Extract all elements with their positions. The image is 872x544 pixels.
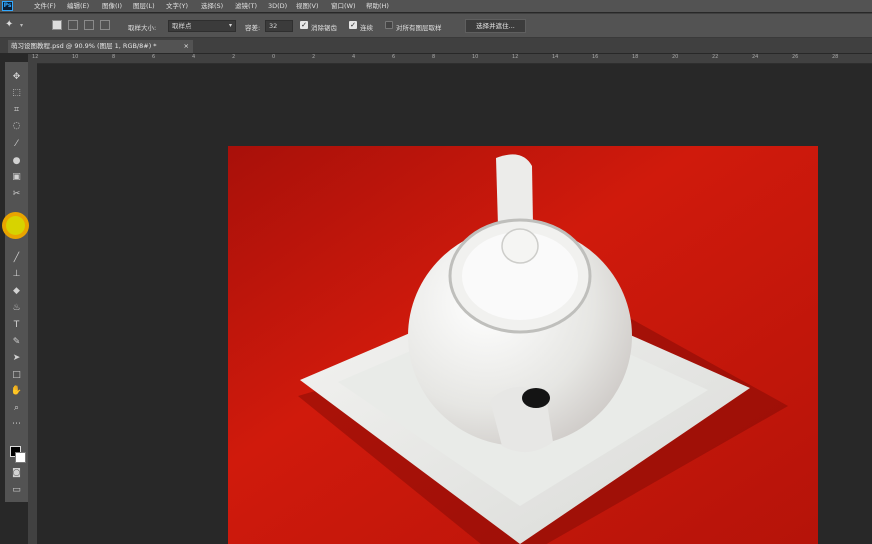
magic-wand-icon[interactable]: ✦	[5, 19, 13, 30]
ruler-tick-label: 8	[112, 54, 116, 60]
ruler-tick-label: 26	[792, 54, 799, 60]
history-brush-icon[interactable]: ✂	[10, 188, 23, 200]
tolerance-label: 容差:	[245, 24, 261, 32]
menu-bar: Ps 文件(F) 编辑(E) 图像(I) 图层(L) 文字(Y) 选择(S) 滤…	[0, 0, 872, 12]
select-and-mask-button[interactable]: 选择并遮住...	[465, 19, 526, 33]
sample-all-layers-checkbox[interactable]	[385, 21, 393, 29]
subtract-selection-icon[interactable]	[84, 20, 94, 30]
menu-edit[interactable]: 编辑(E)	[67, 1, 89, 11]
pen-icon[interactable]: ✎	[10, 336, 23, 348]
menu-file[interactable]: 文件(F)	[34, 1, 56, 11]
sample-all-layers-label: 对所有图层取样	[396, 24, 442, 32]
contiguous-checkbox[interactable]: ✓	[349, 21, 357, 29]
ruler-tick-label: 2	[232, 54, 236, 60]
crop-icon[interactable]: ⌗	[10, 104, 23, 116]
ruler-tick-label: 0	[272, 54, 276, 60]
sample-size-value: 取样点	[172, 22, 192, 30]
ruler-tick-label: 2	[312, 54, 316, 60]
sample-size-label: 取样大小:	[128, 24, 157, 32]
zoom-icon[interactable]: ⌕	[10, 402, 23, 414]
contiguous-label: 连续	[360, 24, 373, 32]
teapot-photo[interactable]	[228, 146, 818, 544]
new-selection-icon[interactable]	[52, 20, 62, 30]
menu-filter[interactable]: 滤镜(T)	[235, 1, 257, 11]
ruler-tick-label: 4	[192, 54, 196, 60]
horizontal-ruler: 12 10 8 6 4 2 0 2 4 6 8 10 12 14 16 18 20 22 24 26 28	[28, 54, 872, 64]
menu-type[interactable]: 文字(Y)	[166, 1, 188, 11]
ruler-tick-label: 12	[32, 54, 39, 60]
ruler-tick-label: 12	[512, 54, 519, 60]
ruler-tick-label: 20	[672, 54, 679, 60]
vertical-ruler	[28, 63, 37, 544]
brush-icon[interactable]: ╱	[10, 252, 23, 264]
eyedropper-icon[interactable]: ⁄	[10, 138, 23, 150]
ruler-tick-label: 6	[392, 54, 396, 60]
magic-wand-tool-icon[interactable]	[6, 216, 25, 235]
screen-mode-icon[interactable]: ▭	[10, 484, 23, 496]
spot-heal-icon[interactable]: ●	[10, 155, 23, 167]
background-color-swatch[interactable]	[15, 452, 26, 463]
quick-mask-icon[interactable]: ◙	[10, 467, 23, 479]
ruler-tick-label: 10	[72, 54, 79, 60]
document-tab-title: 萌习设图教程.psd @ 90.9% (图层 1, RGB/8#) *	[11, 42, 157, 50]
antialias-checkbox[interactable]: ✓	[300, 21, 308, 29]
path-select-icon[interactable]: ➤	[10, 352, 23, 364]
ruler-tick-label: 24	[752, 54, 759, 60]
blur-icon[interactable]: ♨	[10, 302, 23, 314]
document-tab[interactable]: 萌习设图教程.psd @ 90.9% (图层 1, RGB/8#) * ×	[8, 40, 193, 53]
ruler-tick-label: 18	[632, 54, 639, 60]
marquee-icon[interactable]: ⬚	[10, 87, 23, 99]
ruler-tick-label: 10	[472, 54, 479, 60]
ruler-tick-label: 16	[592, 54, 599, 60]
rectangle-icon[interactable]: □	[10, 369, 23, 381]
move-icon[interactable]: ✥	[10, 71, 23, 83]
close-icon[interactable]: ×	[184, 40, 189, 53]
stamp-icon[interactable]: ⊥	[10, 268, 23, 280]
menu-window[interactable]: 窗口(W)	[331, 1, 356, 11]
more-tools-icon[interactable]: ⋯	[10, 418, 23, 430]
ruler-tick-label: 14	[552, 54, 559, 60]
add-selection-icon[interactable]	[68, 20, 78, 30]
eraser-icon[interactable]: ◆	[10, 285, 23, 297]
hand-icon[interactable]: ✋	[10, 385, 23, 397]
ruler-tick-label: 8	[432, 54, 436, 60]
type-icon[interactable]: T	[10, 319, 23, 331]
options-bar: ✦ ▾ 取样大小: 取样点 ▾ 容差: 32 ✓ 消除锯齿 ✓ 连续 对所有图层…	[0, 13, 872, 38]
tools-panel: ✥ ⬚ ⌗ ◌ ⁄ ● ▣ ✂ ╱ ⊥ ◆ ♨ T ✎ ➤ □ ✋ ⌕ ⋯ ◙ …	[5, 62, 28, 502]
lasso-icon[interactable]: ◌	[10, 120, 23, 132]
intersect-selection-icon[interactable]	[100, 20, 110, 30]
ruler-tick-label: 4	[352, 54, 356, 60]
menu-3d[interactable]: 3D(D)	[268, 1, 287, 11]
photoshop-logo: Ps	[2, 1, 13, 11]
tolerance-input[interactable]: 32	[265, 20, 293, 32]
menu-layer[interactable]: 图层(L)	[133, 1, 155, 11]
ruler-tick-label: 6	[152, 54, 156, 60]
ruler-tick-label: 22	[712, 54, 719, 60]
antialias-label: 消除锯齿	[311, 24, 337, 32]
gradient-icon[interactable]: ▣	[10, 171, 23, 183]
chevron-down-icon[interactable]: ▾	[20, 22, 23, 29]
menu-help[interactable]: 帮助(H)	[366, 1, 389, 11]
menu-view[interactable]: 视图(V)	[296, 1, 319, 11]
sample-size-select[interactable]: 取样点 ▾	[168, 20, 236, 32]
menu-select[interactable]: 选择(S)	[201, 1, 223, 11]
ruler-tick-label: 28	[832, 54, 839, 60]
menu-image[interactable]: 图像(I)	[102, 1, 122, 11]
chevron-down-icon: ▾	[228, 22, 232, 29]
